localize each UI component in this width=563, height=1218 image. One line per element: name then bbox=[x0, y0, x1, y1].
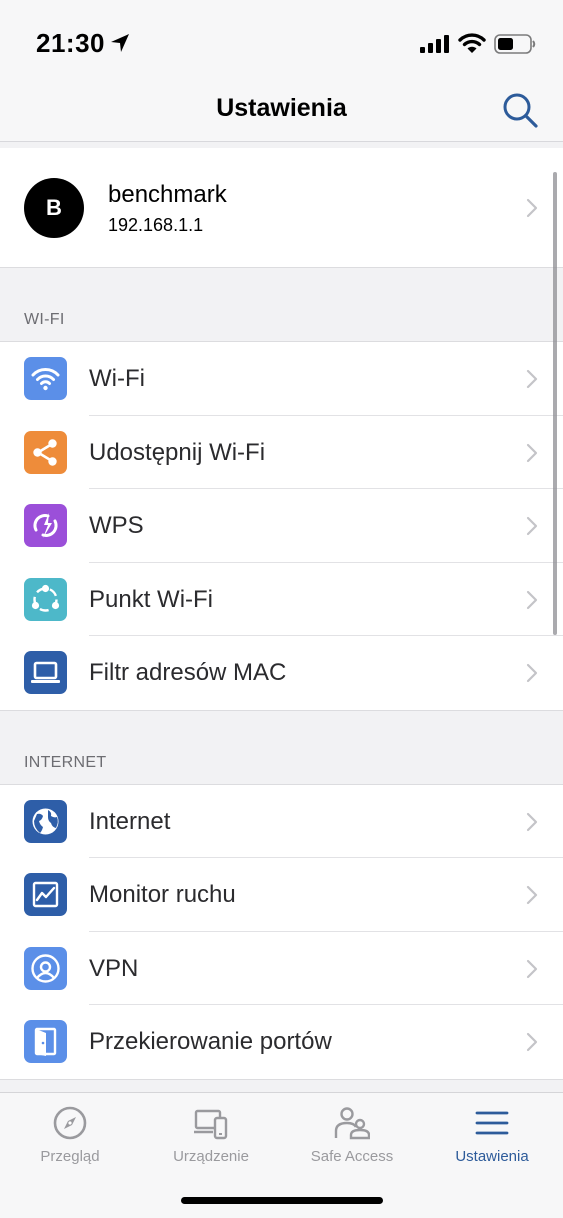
status-bar: 21:30 bbox=[0, 0, 563, 84]
settings-item-wps[interactable]: WPS bbox=[0, 489, 563, 563]
family-icon bbox=[334, 1107, 370, 1140]
location-arrow-icon bbox=[111, 34, 129, 52]
vpn-icon bbox=[24, 946, 67, 990]
globe-icon bbox=[24, 799, 67, 843]
status-time: 21:30 bbox=[36, 28, 105, 58]
battery-icon bbox=[494, 34, 536, 54]
settings-item-label: VPN bbox=[89, 954, 139, 982]
wifi-icon bbox=[458, 33, 486, 53]
settings-item-port-forwarding[interactable]: Przekierowanie portów bbox=[0, 1005, 563, 1079]
router-name: benchmark bbox=[108, 181, 227, 208]
chevron-right-icon bbox=[526, 443, 538, 462]
settings-item-wifi[interactable]: Wi-Fi bbox=[0, 342, 563, 416]
tab-devices[interactable]: Urządzenie bbox=[141, 1093, 281, 1183]
traffic-chart-icon bbox=[24, 873, 67, 916]
section-title-wifi: WI-FI bbox=[24, 311, 65, 328]
settings-item-label: Przekierowanie portów bbox=[89, 1028, 332, 1055]
wifi-icon bbox=[24, 357, 67, 400]
settings-item-label: Wi-Fi bbox=[89, 365, 145, 392]
settings-item-label: WPS bbox=[89, 512, 144, 539]
settings-item-traffic-monitor[interactable]: Monitor ruchu bbox=[0, 858, 563, 932]
tab-label: Przegląd bbox=[40, 1148, 100, 1165]
settings-item-label: Udostępnij Wi-Fi bbox=[89, 438, 266, 466]
section-title-internet: INTERNET bbox=[24, 753, 107, 771]
internet-group: Internet Monitor ruchu VPN Przekierowani… bbox=[0, 784, 563, 1080]
chevron-right-icon bbox=[526, 885, 538, 905]
section-header-wifi: WI-FI bbox=[0, 268, 563, 342]
tab-settings[interactable]: Ustawienia bbox=[422, 1093, 562, 1183]
chevron-right-icon bbox=[526, 590, 538, 609]
laptop-icon bbox=[24, 651, 67, 694]
section-header-internet: INTERNET bbox=[0, 711, 563, 785]
scrollbar[interactable] bbox=[553, 172, 557, 635]
tab-safe-access[interactable]: Safe Access bbox=[282, 1093, 422, 1183]
settings-item-vpn[interactable]: VPN bbox=[0, 932, 563, 1006]
nav-header: Ustawienia bbox=[0, 84, 563, 142]
settings-list[interactable]: B benchmark 192.168.1.1 WI-FI Wi-Fi Udos… bbox=[0, 148, 563, 1092]
tab-label: Safe Access bbox=[310, 1148, 394, 1165]
chevron-right-icon bbox=[526, 663, 538, 683]
tab-label: Ustawienia bbox=[455, 1148, 529, 1165]
tab-overview[interactable]: Przegląd bbox=[0, 1093, 140, 1183]
chevron-right-icon bbox=[526, 1032, 538, 1052]
chevron-right-icon bbox=[526, 369, 538, 389]
settings-item-label: Punkt Wi-Fi bbox=[89, 585, 214, 613]
chevron-right-icon bbox=[526, 516, 538, 536]
home-indicator[interactable] bbox=[181, 1197, 383, 1204]
door-icon bbox=[24, 1020, 67, 1063]
mesh-point-icon bbox=[24, 577, 67, 621]
compass-icon bbox=[53, 1106, 87, 1140]
avatar: B bbox=[24, 178, 84, 238]
settings-item-label: Internet bbox=[89, 807, 171, 835]
settings-item-mac-filter[interactable]: Filtr adresów MAC bbox=[0, 636, 563, 710]
page-title: Ustawienia bbox=[216, 94, 347, 122]
wps-icon bbox=[24, 504, 67, 547]
settings-item-internet[interactable]: Internet bbox=[0, 785, 563, 859]
router-account-row[interactable]: B benchmark 192.168.1.1 bbox=[0, 148, 563, 268]
cellular-signal-icon bbox=[420, 35, 449, 53]
settings-item-label: Filtr adresów MAC bbox=[89, 659, 287, 686]
settings-item-label: Monitor ruchu bbox=[89, 881, 236, 908]
wifi-group: Wi-Fi Udostępnij Wi-Fi WPS Punkt Wi-Fi F… bbox=[0, 342, 563, 711]
share-icon bbox=[24, 430, 67, 474]
settings-item-wifi-point[interactable]: Punkt Wi-Fi bbox=[0, 563, 563, 637]
devices-icon bbox=[194, 1109, 228, 1140]
tab-label: Urządzenie bbox=[173, 1148, 249, 1165]
chevron-right-icon bbox=[526, 198, 538, 218]
chevron-right-icon bbox=[526, 812, 538, 831]
router-ip: 192.168.1.1 bbox=[108, 215, 204, 235]
menu-icon bbox=[475, 1111, 509, 1135]
chevron-right-icon bbox=[526, 959, 538, 978]
search-icon[interactable] bbox=[500, 90, 540, 130]
settings-item-share-wifi[interactable]: Udostępnij Wi-Fi bbox=[0, 416, 563, 490]
